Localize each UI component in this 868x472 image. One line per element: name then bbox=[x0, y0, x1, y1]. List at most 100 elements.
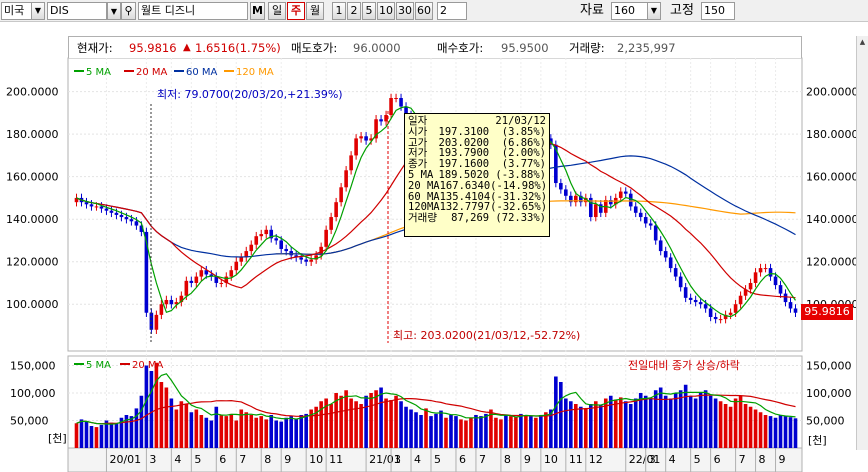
ask-price: 96.0000 bbox=[353, 41, 401, 55]
scroll-up-icon[interactable]: ▲ bbox=[857, 36, 868, 48]
volume-bar bbox=[89, 426, 94, 448]
volume-bar bbox=[369, 393, 373, 448]
candle-body bbox=[718, 319, 723, 321]
x-tick-label: 10 bbox=[309, 453, 323, 466]
chevron-down-icon[interactable]: ▼ bbox=[647, 3, 660, 19]
low-annotation: 최저: 79.0700(20/03/20,+21.39%) bbox=[157, 88, 343, 101]
search-button[interactable]: ⚲ bbox=[121, 2, 136, 20]
data-count-select[interactable]: 160 ▼ bbox=[611, 2, 661, 20]
candle-body bbox=[683, 287, 688, 298]
candle-body bbox=[399, 98, 403, 107]
volume-bar bbox=[379, 387, 383, 448]
tooltip-key: 시가 bbox=[408, 125, 428, 138]
candle-body bbox=[324, 229, 328, 247]
volume-bar bbox=[733, 398, 738, 448]
volume-bar bbox=[524, 415, 528, 448]
fixed-count-input[interactable]: 150 bbox=[701, 2, 735, 20]
volume-bar bbox=[479, 416, 483, 448]
symbol-dropdown-button[interactable]: ▼ bbox=[107, 2, 121, 20]
volume-bar bbox=[194, 409, 199, 448]
minute-2-button[interactable]: 2 bbox=[347, 2, 361, 20]
price-volume-chart[interactable]: 200.0000 200.0000 180.0000 180.0000 160.0000… bbox=[0, 23, 868, 472]
tooltip-key: 거래량 bbox=[408, 212, 437, 225]
price-tick-label-right: 200.0000 bbox=[806, 86, 859, 99]
volume-bar bbox=[514, 417, 518, 448]
volume-bar bbox=[623, 401, 628, 448]
candle-body bbox=[703, 304, 708, 309]
candle-body bbox=[304, 259, 308, 262]
candle-body bbox=[748, 282, 753, 290]
m-button[interactable]: M bbox=[250, 2, 265, 20]
candle-body bbox=[753, 272, 758, 283]
minute-5-button[interactable]: 5 bbox=[362, 2, 376, 20]
volume-bar bbox=[74, 423, 79, 448]
chevron-down-icon: ▼ bbox=[110, 7, 118, 16]
volume-bar bbox=[464, 420, 468, 448]
candle-body bbox=[618, 191, 623, 198]
volume-bar bbox=[454, 416, 458, 448]
candle-body bbox=[129, 219, 134, 222]
x-tick-label: 20/01 bbox=[109, 453, 141, 466]
x-tick-label: 3 bbox=[394, 453, 401, 466]
volume-bar bbox=[179, 401, 184, 448]
volume-bar bbox=[224, 416, 229, 448]
candle-body bbox=[673, 268, 678, 277]
tooltip-row: 20 MA 167.6340(-14.98%) bbox=[408, 179, 548, 192]
volume-bar bbox=[219, 415, 224, 448]
period-month-button[interactable]: 월 bbox=[306, 2, 324, 20]
bid-price: 95.9500 bbox=[501, 41, 549, 55]
volume-legend-label: 5 MA bbox=[86, 360, 111, 371]
period-week-button[interactable]: 주 bbox=[287, 2, 305, 20]
candle-body bbox=[239, 257, 244, 262]
volume-bar bbox=[404, 406, 408, 448]
data-count-label: 자료 bbox=[580, 3, 604, 18]
high-annotation: 최고: 203.0200(21/03/12,-52.72%) bbox=[393, 329, 580, 342]
candle-body bbox=[184, 280, 189, 296]
x-tick-label: 9 bbox=[779, 453, 786, 466]
candle-body bbox=[663, 251, 668, 258]
candle-body bbox=[653, 225, 658, 241]
chart-area[interactable]: 200.0000 200.0000 180.0000 180.0000 160.0000… bbox=[0, 23, 868, 472]
price-legend-label: 120 MA bbox=[236, 67, 274, 78]
minute-1-button[interactable]: 1 bbox=[332, 2, 346, 20]
candle-body bbox=[708, 308, 713, 317]
volume-bar bbox=[529, 416, 533, 448]
minute-30-button[interactable]: 30 bbox=[396, 2, 414, 20]
stock-name-field: 월트 디즈니 bbox=[138, 2, 248, 20]
candle-body bbox=[713, 316, 718, 320]
volume-bar bbox=[668, 398, 673, 448]
x-tick-label: 3 bbox=[649, 453, 656, 466]
volume-label: 거래량: bbox=[569, 41, 605, 55]
candle-body bbox=[364, 136, 368, 141]
period-day-button[interactable]: 일 bbox=[268, 2, 286, 20]
vertical-scrollbar[interactable]: ▲ bbox=[856, 36, 868, 450]
volume-bar bbox=[758, 412, 763, 448]
candle-body bbox=[349, 155, 353, 171]
volume-bar bbox=[414, 412, 418, 448]
x-tick-label: 7 bbox=[239, 453, 246, 466]
volume-bar bbox=[274, 420, 279, 448]
volume-bar bbox=[574, 404, 578, 448]
volume-bar bbox=[444, 417, 448, 448]
minute-10-button[interactable]: 10 bbox=[377, 2, 395, 20]
volume-bar bbox=[349, 398, 353, 448]
current-price: 95.9816 bbox=[129, 41, 177, 55]
candle-body bbox=[678, 276, 683, 288]
candle-body bbox=[394, 98, 398, 100]
chevron-down-icon[interactable]: ▼ bbox=[31, 3, 44, 19]
market-select[interactable]: 미국 ▼ bbox=[1, 2, 45, 20]
candle-body bbox=[279, 240, 284, 249]
candle-body bbox=[559, 183, 563, 190]
price-tick-label-left: 200.0000 bbox=[6, 86, 59, 99]
symbol-input[interactable]: DIS bbox=[47, 2, 107, 20]
candle-body bbox=[384, 115, 388, 122]
custom-minute-input[interactable]: 2 bbox=[437, 2, 467, 20]
volume-bar bbox=[728, 406, 733, 448]
minute-60-button[interactable]: 60 bbox=[415, 2, 433, 20]
volume-bar bbox=[214, 406, 219, 448]
candle-body bbox=[638, 212, 643, 218]
volume-bar bbox=[79, 419, 84, 448]
volume-bar bbox=[608, 395, 613, 448]
volume-bar bbox=[469, 417, 473, 448]
tooltip-value: 167.6340(-14.98%) bbox=[439, 179, 548, 192]
